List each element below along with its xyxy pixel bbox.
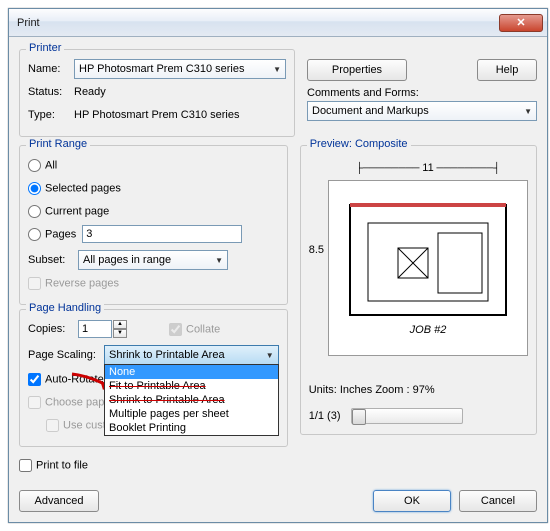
printer-name-value: HP Photosmart Prem C310 series (79, 63, 244, 75)
print-to-file-checkbox[interactable]: Print to file (19, 459, 88, 472)
scaling-option-fit[interactable]: Fit to Printable Area (105, 379, 278, 393)
close-button[interactable]: ✕ (499, 14, 543, 32)
preview-width: 11 (422, 162, 433, 174)
scaling-dropdown-list: None Fit to Printable Area Shrink to Pri… (104, 364, 279, 436)
print-range-group: Print Range All Selected pages Current p… (19, 145, 288, 305)
comments-label: Comments and Forms: (307, 87, 537, 99)
spin-up-icon[interactable]: ▲ (113, 320, 127, 329)
chevron-down-icon: ▼ (215, 256, 223, 265)
properties-button[interactable]: Properties (307, 59, 407, 81)
status-label: Status: (28, 86, 68, 98)
subset-select[interactable]: All pages in range ▼ (78, 250, 228, 270)
svg-text:JOB #2: JOB #2 (409, 324, 447, 336)
help-button[interactable]: Help (477, 59, 537, 81)
comments-value: Document and Markups (312, 105, 429, 117)
copies-input[interactable] (78, 320, 112, 338)
print-dialog: Print ✕ Printer Name: HP Photosmart Prem… (8, 8, 548, 523)
preview-group: Preview: Composite 8.5 ├──────── 11 ────… (300, 145, 537, 435)
close-icon: ✕ (516, 16, 525, 29)
copies-spinner[interactable]: ▲▼ (78, 320, 127, 338)
scaling-option-none[interactable]: None (105, 365, 278, 379)
preview-drawing-icon: JOB #2 (338, 193, 518, 343)
reverse-checkbox[interactable]: Reverse pages (28, 277, 119, 290)
type-value: HP Photosmart Prem C310 series (74, 109, 239, 121)
chevron-down-icon: ▼ (273, 65, 281, 74)
ok-button[interactable]: OK (373, 490, 451, 512)
collate-checkbox[interactable]: Collate (169, 323, 220, 336)
radio-pages[interactable]: Pages (28, 228, 76, 241)
page-scaling-select[interactable]: Shrink to Printable Area ▼ (104, 345, 279, 365)
cancel-button[interactable]: Cancel (459, 490, 537, 512)
comments-select[interactable]: Document and Markups ▼ (307, 101, 537, 121)
printer-name-select[interactable]: HP Photosmart Prem C310 series ▼ (74, 59, 286, 79)
subset-label: Subset: (28, 254, 72, 266)
radio-all[interactable]: All (28, 159, 57, 172)
printer-legend: Printer (26, 42, 64, 54)
name-label: Name: (28, 63, 68, 75)
copies-label: Copies: (28, 323, 72, 335)
type-label: Type: (28, 109, 68, 121)
handling-legend: Page Handling (26, 302, 104, 314)
page-indicator: 1/1 (3) (309, 410, 341, 422)
spin-down-icon[interactable]: ▼ (113, 329, 127, 338)
dialog-title: Print (17, 17, 499, 29)
scaling-label: Page Scaling: (28, 349, 98, 361)
scaling-option-shrink[interactable]: Shrink to Printable Area (105, 393, 278, 407)
titlebar: Print ✕ (9, 9, 547, 37)
scaling-option-booklet[interactable]: Booklet Printing (105, 421, 278, 435)
preview-canvas: JOB #2 (328, 180, 528, 356)
pages-input[interactable] (82, 225, 242, 243)
preview-legend: Preview: Composite (307, 138, 411, 150)
scaling-option-multiple[interactable]: Multiple pages per sheet (105, 407, 278, 421)
auto-rotate-checkbox[interactable]: Auto-Rotate (28, 373, 104, 386)
chevron-down-icon: ▼ (266, 351, 274, 360)
range-legend: Print Range (26, 138, 90, 150)
advanced-button[interactable]: Advanced (19, 490, 99, 512)
units-zoom-label: Units: Inches Zoom : 97% (309, 384, 528, 396)
choose-paper-checkbox[interactable]: Choose pape (28, 396, 110, 409)
preview-height: 8.5 (309, 244, 324, 256)
radio-current-page[interactable]: Current page (28, 205, 109, 218)
radio-selected-pages[interactable]: Selected pages (28, 182, 121, 195)
page-handling-group: Page Handling Copies: ▲▼ Collate Page Sc… (19, 309, 288, 447)
page-slider[interactable] (351, 408, 463, 424)
printer-group: Printer Name: HP Photosmart Prem C310 se… (19, 49, 295, 137)
status-value: Ready (74, 86, 106, 98)
chevron-down-icon: ▼ (524, 107, 532, 116)
